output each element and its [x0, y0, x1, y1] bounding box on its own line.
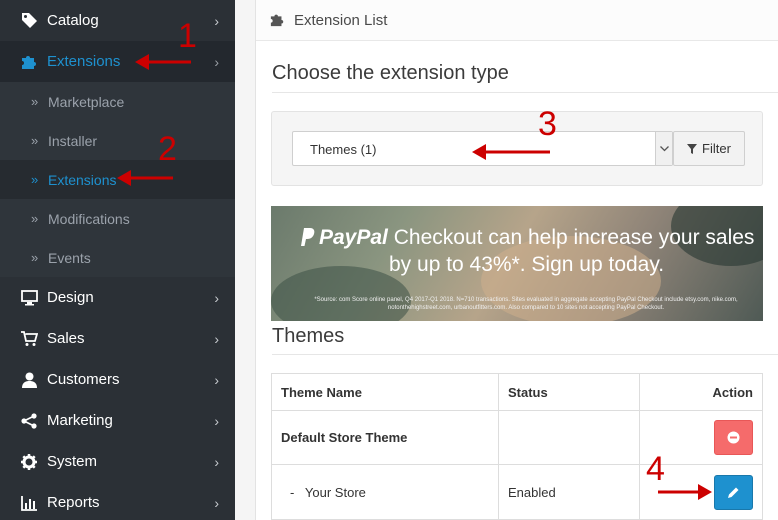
panel-heading: Extension List: [256, 0, 778, 41]
sidebar-item-extensions[interactable]: Extensions ›: [0, 41, 235, 82]
extension-type-value: Themes (1): [310, 142, 377, 157]
sidebar-subitem-label: Installer: [48, 132, 98, 149]
sidebar-subitem-installer[interactable]: » Installer: [0, 121, 235, 160]
bar-chart-icon: [20, 494, 38, 512]
annotation-arrow-2: [117, 170, 173, 186]
filter-button-label: Filter: [702, 141, 731, 156]
chevron-down-icon: [655, 132, 672, 165]
gear-icon: [20, 453, 38, 471]
sidebar-item-system[interactable]: System ›: [0, 441, 235, 482]
column-header-status: Status: [498, 373, 640, 411]
paypal-logo-icon: [301, 228, 316, 252]
sidebar-subitem-modifications[interactable]: » Modifications: [0, 199, 235, 238]
choose-type-heading: Choose the extension type: [272, 62, 509, 84]
chevron-right-icon: ›: [214, 330, 219, 347]
theme-name-cell: Default Store Theme: [271, 410, 499, 465]
annotation-number-3: 3: [538, 105, 557, 143]
double-chevron-icon: »: [31, 94, 39, 109]
column-header-theme-name: Theme Name: [271, 373, 499, 411]
sidebar-item-label: Design: [47, 289, 94, 306]
user-icon: [20, 371, 38, 389]
annotation-number-2: 2: [158, 130, 177, 168]
minus-circle-icon: [727, 431, 740, 444]
panel-title: Extension List: [294, 12, 388, 29]
puzzle-icon: [20, 53, 38, 71]
filter-button[interactable]: Filter: [673, 131, 745, 166]
annotation-arrow-4: [658, 484, 712, 500]
banner-headline-line1: PayPal Checkout can help increase your s…: [301, 226, 754, 252]
main-content: Extension List Choose the extension type…: [235, 0, 778, 520]
sidebar-item-sales[interactable]: Sales ›: [0, 318, 235, 359]
divider: [272, 354, 778, 355]
annotation-arrow-3: [472, 144, 550, 160]
sidebar-subitem-label: Extensions: [48, 171, 117, 188]
themes-heading: Themes: [272, 325, 345, 347]
sidebar-subitem-marketplace[interactable]: » Marketplace: [0, 82, 235, 121]
sidebar-subitem-label: Marketplace: [48, 93, 125, 110]
chevron-right-icon: ›: [214, 453, 219, 470]
sidebar-item-label: Marketing: [47, 412, 113, 429]
delete-button[interactable]: [714, 420, 753, 455]
sidebar-item-catalog[interactable]: Catalog ›: [0, 0, 235, 41]
chevron-right-icon: ›: [214, 412, 219, 429]
double-chevron-icon: »: [31, 133, 39, 148]
table-header-row: Theme Name Status Action: [271, 373, 763, 411]
double-chevron-icon: »: [31, 172, 39, 187]
puzzle-icon: [270, 12, 285, 32]
annotation-number-1: 1: [178, 17, 197, 55]
table-row: Default Store Theme: [271, 410, 763, 465]
sidebar-item-design[interactable]: Design ›: [0, 277, 235, 318]
pencil-icon: [728, 487, 739, 498]
chevron-right-icon: ›: [214, 289, 219, 306]
chevron-right-icon: ›: [214, 53, 219, 70]
sidebar-item-label: Sales: [47, 330, 85, 347]
paypal-promo-banner[interactable]: PayPal Checkout can help increase your s…: [271, 206, 763, 321]
share-icon: [20, 412, 38, 430]
extension-panel: Extension List Choose the extension type…: [255, 0, 778, 520]
divider: [272, 92, 778, 93]
banner-fine-print: *Source: com Score online panel, Q4 2017…: [314, 297, 738, 311]
sidebar-item-reports[interactable]: Reports ›: [0, 482, 235, 520]
sidebar-subitem-label: Modifications: [48, 210, 130, 227]
chevron-right-icon: ›: [214, 371, 219, 388]
double-chevron-icon: »: [31, 250, 39, 265]
sidebar-subitem-label: Events: [48, 249, 91, 266]
sidebar-item-customers[interactable]: Customers ›: [0, 359, 235, 400]
sidebar-item-marketing[interactable]: Marketing ›: [0, 400, 235, 441]
sidebar-item-label: Customers: [47, 371, 120, 388]
sidebar-item-label: System: [47, 453, 98, 470]
sidebar-item-label: Catalog: [47, 12, 99, 29]
chevron-right-icon: ›: [214, 12, 219, 29]
monitor-icon: [20, 289, 38, 307]
column-header-action: Action: [639, 373, 763, 411]
cart-icon: [20, 330, 38, 348]
sidebar-item-label: Reports: [47, 494, 100, 511]
banner-headline-rest: Checkout can help increase your sales: [393, 226, 755, 249]
sidebar-item-label: Extensions: [47, 53, 121, 70]
funnel-icon: [687, 143, 698, 154]
sidebar-subitem-events[interactable]: » Events: [0, 238, 235, 277]
banner-headline-line2: by up to 43%*. Sign up today.: [389, 253, 665, 276]
chevron-right-icon: ›: [214, 494, 219, 511]
status-cell: [498, 410, 640, 465]
sidebar: Catalog › Extensions › » Marketplace » I…: [0, 0, 235, 520]
edit-button[interactable]: [714, 474, 753, 510]
theme-name-cell: - Your Store: [271, 464, 499, 520]
annotation-arrow-1: [135, 54, 191, 70]
paypal-brand: PayPal: [319, 226, 388, 249]
tag-icon: [20, 12, 38, 30]
double-chevron-icon: »: [31, 211, 39, 226]
status-cell: Enabled: [498, 464, 640, 520]
